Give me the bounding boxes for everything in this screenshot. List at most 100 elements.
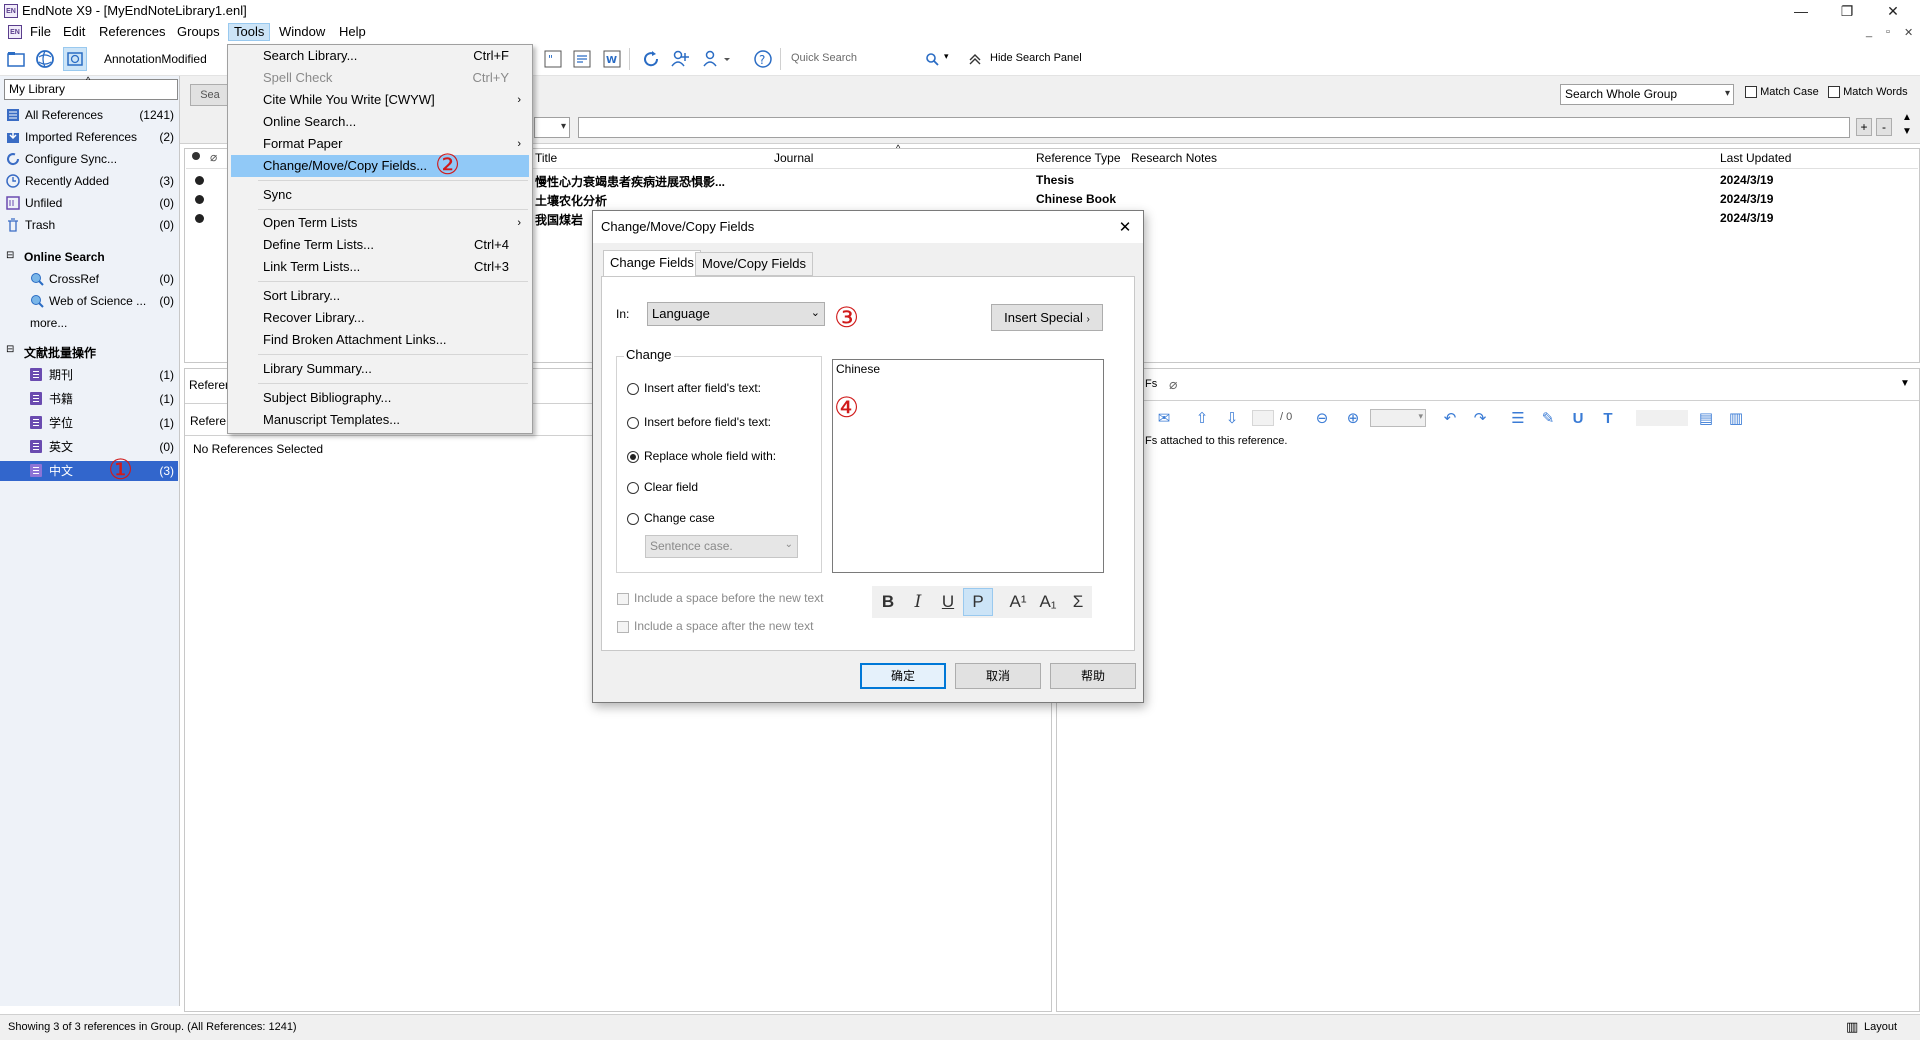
- column-journal[interactable]: Journal: [774, 151, 813, 165]
- search-scope-select[interactable]: Search Whole Group ▾: [1560, 84, 1734, 105]
- zoom-in-icon[interactable]: ⊕: [1343, 408, 1363, 428]
- menu-item-open-term-lists[interactable]: Open Term Lists ›: [231, 212, 529, 234]
- document-icon[interactable]: EN: [8, 25, 22, 39]
- group-item-degree[interactable]: 学位 (1): [0, 413, 178, 433]
- menu-item-online-search[interactable]: Online Search...: [231, 111, 529, 133]
- match-words-checkbox[interactable]: Match Words: [1828, 86, 1908, 99]
- menu-item-cwyw[interactable]: Cite While You Write [CWYW] ›: [231, 89, 529, 111]
- tab-reference[interactable]: Referen: [189, 378, 232, 392]
- cancel-button[interactable]: 取消: [955, 663, 1041, 689]
- insert-citation-icon[interactable]: ": [541, 47, 565, 71]
- menu-item-find-broken-links[interactable]: Find Broken Attachment Links...: [231, 329, 529, 351]
- tab-reference-inner[interactable]: Refere: [190, 414, 226, 428]
- return-to-word-icon[interactable]: W: [600, 47, 624, 71]
- remove-search-row-button[interactable]: -: [1876, 118, 1892, 136]
- find-reference-updates-icon[interactable]: [699, 47, 735, 71]
- group-item-book[interactable]: 书籍 (1): [0, 389, 178, 409]
- chevron-down-icon[interactable]: ▼: [1902, 126, 1912, 137]
- group-set-header[interactable]: 文献批量操作: [24, 344, 96, 361]
- local-library-mode-icon[interactable]: [4, 47, 28, 71]
- column-research-notes[interactable]: Research Notes: [1131, 151, 1217, 165]
- italic-button[interactable]: I: [903, 588, 933, 616]
- zoom-out-icon[interactable]: ⊖: [1312, 408, 1332, 428]
- chevron-up-icon[interactable]: ▲: [1902, 112, 1912, 123]
- group-imported-references[interactable]: Imported References (2): [0, 127, 178, 147]
- match-case-box[interactable]: [1745, 86, 1757, 99]
- add-search-row-button[interactable]: +: [1856, 118, 1872, 136]
- layout-button[interactable]: Layout: [1864, 1021, 1897, 1033]
- menu-item-sync[interactable]: Sync: [231, 184, 529, 206]
- online-more-link[interactable]: more...: [30, 316, 67, 330]
- subscript-button[interactable]: A₁: [1033, 588, 1063, 616]
- group-configure-sync[interactable]: Configure Sync...: [0, 149, 178, 169]
- menu-item-change-move-copy-fields[interactable]: Change/Move/Copy Fields...: [231, 155, 529, 177]
- column-last-updated[interactable]: Last Updated: [1720, 151, 1791, 165]
- menu-item-recover-library[interactable]: Recover Library...: [231, 307, 529, 329]
- radio-insert-after[interactable]: [627, 383, 639, 395]
- group-item-chinese[interactable]: 中文 (3): [0, 461, 178, 481]
- collapse-arrow-icon[interactable]: ^: [86, 75, 90, 85]
- group-all-references[interactable]: All References (1241): [0, 105, 178, 125]
- pdf-document-icon[interactable]: ▤: [1696, 408, 1716, 428]
- mdi-close-icon[interactable]: ✕: [1904, 26, 1913, 39]
- match-words-box[interactable]: [1828, 86, 1840, 99]
- menu-groups[interactable]: Groups: [172, 23, 225, 41]
- search-button[interactable]: Sea: [190, 84, 230, 106]
- underline-icon[interactable]: U: [1568, 408, 1588, 428]
- menu-tools[interactable]: Tools: [228, 23, 271, 41]
- zoom-select[interactable]: ▾: [1370, 409, 1426, 427]
- collapse-online-search-icon[interactable]: ⊟: [6, 250, 14, 261]
- field-select[interactable]: Language ⌄: [647, 302, 825, 326]
- pdf-window-icon[interactable]: ▥: [1726, 408, 1746, 428]
- menu-help[interactable]: Help: [334, 23, 371, 41]
- radio-change-case[interactable]: [627, 513, 639, 525]
- hide-search-panel-button[interactable]: Hide Search Panel: [990, 52, 1082, 64]
- library-name-box[interactable]: My Library: [4, 79, 178, 100]
- rotate-left-icon[interactable]: ↶: [1440, 408, 1460, 428]
- help-button[interactable]: 帮助: [1050, 663, 1136, 689]
- format-bibliography-icon[interactable]: [570, 47, 594, 71]
- tab-change-fields[interactable]: Change Fields: [603, 250, 701, 277]
- output-style-name[interactable]: AnnotationModified: [104, 52, 207, 66]
- menu-file[interactable]: File: [25, 23, 56, 41]
- page-number-input[interactable]: [1252, 410, 1274, 426]
- search-icon[interactable]: [924, 51, 940, 67]
- online-crossref[interactable]: CrossRef (0): [0, 269, 178, 289]
- plain-text-button[interactable]: P: [963, 588, 993, 616]
- email-icon[interactable]: ✉: [1154, 408, 1174, 428]
- radio-clear-field[interactable]: [627, 482, 639, 494]
- online-web-of-science[interactable]: Web of Science ... (0): [0, 291, 178, 311]
- chevron-up-icon[interactable]: [968, 52, 982, 66]
- search-field-select[interactable]: ▾: [534, 117, 570, 138]
- symbol-button[interactable]: Σ: [1063, 588, 1093, 616]
- replacement-text-area[interactable]: Chinese: [832, 359, 1104, 573]
- menu-item-search-library[interactable]: Search Library... Ctrl+F: [231, 45, 529, 67]
- bold-button[interactable]: B: [873, 588, 903, 616]
- restore-button[interactable]: ❐: [1824, 0, 1870, 22]
- group-trash[interactable]: Trash (0): [0, 215, 178, 235]
- group-unfiled[interactable]: Unfiled (0): [0, 193, 178, 213]
- column-reference-type[interactable]: Reference Type: [1036, 151, 1121, 165]
- close-window-button[interactable]: ✕: [1870, 0, 1916, 22]
- menu-item-link-term-lists[interactable]: Link Term Lists... Ctrl+3: [231, 256, 529, 278]
- read-status-column-icon[interactable]: [192, 152, 200, 160]
- online-search-mode-icon[interactable]: [33, 47, 57, 71]
- radio-insert-before[interactable]: [627, 417, 639, 429]
- insert-special-button[interactable]: Insert Special ›: [991, 304, 1103, 331]
- search-term-input[interactable]: [578, 117, 1850, 138]
- note-icon[interactable]: ☰: [1508, 408, 1528, 428]
- arrow-up-icon[interactable]: ⇧: [1192, 408, 1212, 428]
- column-title[interactable]: Title: [535, 151, 557, 165]
- paperclip-icon[interactable]: ⌀: [1169, 376, 1177, 393]
- ok-button[interactable]: 确定: [860, 663, 946, 689]
- integrated-library-mode-icon[interactable]: [63, 47, 87, 71]
- collapse-group-set-icon[interactable]: ⊟: [6, 344, 14, 355]
- menu-item-format-paper[interactable]: Format Paper ›: [231, 133, 529, 155]
- group-item-english[interactable]: 英文 (0): [0, 437, 178, 457]
- close-icon[interactable]: ✕: [1113, 215, 1137, 239]
- group-item-journal[interactable]: 期刊 (1): [0, 365, 178, 385]
- help-icon[interactable]: ?: [751, 47, 775, 71]
- attachment-column-icon[interactable]: ⌀: [210, 150, 217, 164]
- menu-item-define-term-lists[interactable]: Define Term Lists... Ctrl+4: [231, 234, 529, 256]
- menu-references[interactable]: References: [94, 23, 170, 41]
